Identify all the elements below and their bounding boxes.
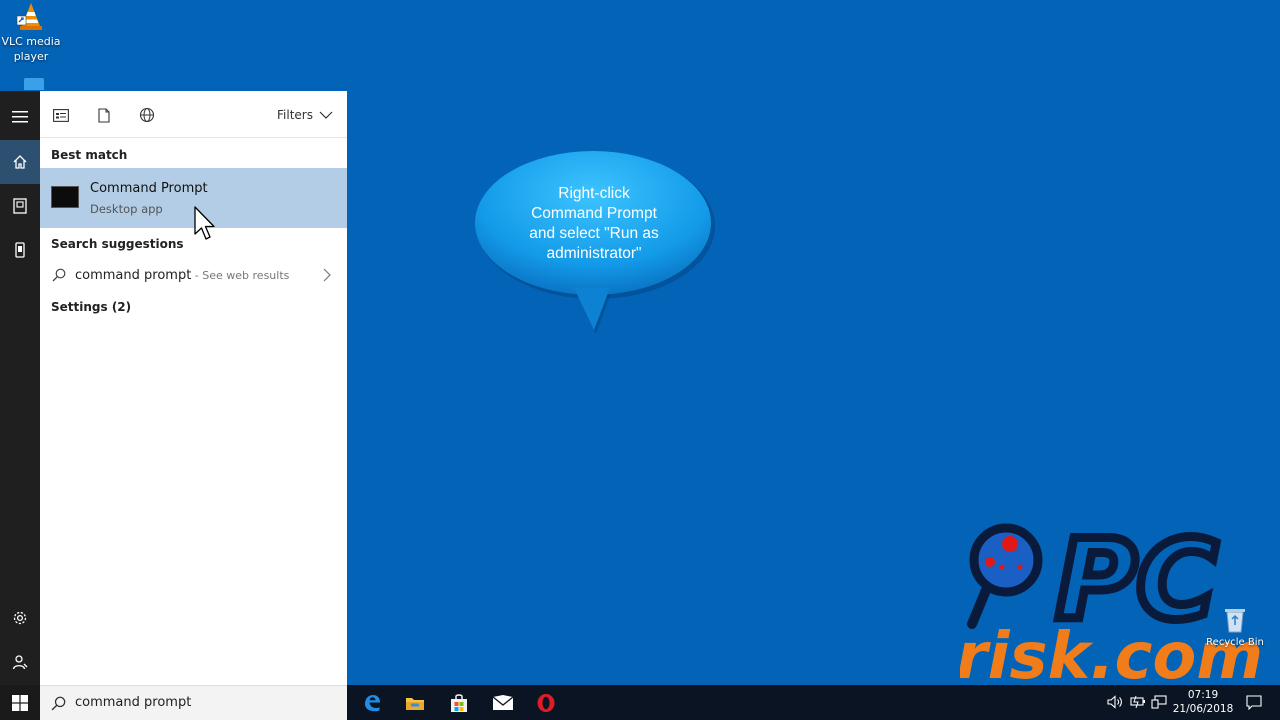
- search-icon: [52, 268, 66, 282]
- vlc-cone-icon: [16, 2, 46, 32]
- chevron-down-icon: [319, 111, 333, 119]
- search-icon: [51, 696, 66, 711]
- start-menu-rail: [0, 91, 40, 685]
- clock-time: 07:19: [1187, 689, 1219, 701]
- edge-icon: [365, 694, 380, 711]
- search-suggestions-heading: Search suggestions: [51, 237, 184, 251]
- device-button[interactable]: [0, 228, 40, 272]
- desktop-icon-recycle-bin[interactable]: Recycle Bin: [1205, 607, 1265, 650]
- settings-icon: [13, 611, 27, 625]
- store-icon: [451, 693, 467, 712]
- taskbar-file-explorer[interactable]: [393, 685, 437, 720]
- hamburger-icon: [12, 111, 28, 123]
- best-match-heading: Best match: [51, 148, 128, 162]
- documents-filter-button[interactable]: [95, 107, 113, 123]
- home-icon: [13, 155, 27, 169]
- pcrisk-watermark: PC risk.com: [956, 510, 1280, 695]
- web-filter-button[interactable]: [138, 107, 156, 123]
- taskbar-clock[interactable]: 07:19 21/06/2018: [1170, 688, 1236, 716]
- search-results-panel: Filters Best match Command Prompt Deskto…: [40, 91, 347, 685]
- taskbar-store[interactable]: [437, 685, 481, 720]
- user-button[interactable]: [0, 640, 40, 684]
- recycle-bin-icon: [1223, 607, 1247, 633]
- callout-line: and select "Run as: [529, 225, 659, 242]
- action-center-icon[interactable]: [1246, 695, 1262, 710]
- taskbar-search-input[interactable]: command prompt: [75, 695, 191, 710]
- apps-filter-button[interactable]: [52, 107, 70, 123]
- taskbar-opera[interactable]: [524, 685, 568, 720]
- taskbar-edge[interactable]: [350, 685, 394, 720]
- instruction-callout: Right-click Command Prompt and select "R…: [472, 150, 716, 336]
- clock-date: 21/06/2018: [1172, 703, 1234, 715]
- device-icon: [15, 242, 25, 258]
- result-app-name: Command Prompt: [90, 181, 208, 196]
- documents-filter-icon: [98, 107, 110, 123]
- web-filter-icon: [139, 107, 155, 123]
- chevron-right-icon: [323, 268, 331, 282]
- desktop-icon-label: Recycle Bin: [1206, 637, 1264, 648]
- web-search-suggestion[interactable]: command prompt - See web results: [40, 263, 347, 291]
- mouse-cursor-icon: [194, 206, 215, 240]
- desktop-icon-label: VLC media: [1, 35, 61, 48]
- settings-results-heading[interactable]: Settings (2): [51, 300, 131, 314]
- filters-dropdown[interactable]: Filters: [277, 108, 333, 122]
- taskbar-mail[interactable]: [481, 685, 525, 720]
- start-button[interactable]: [0, 685, 40, 720]
- suggestion-hint: - See web results: [191, 269, 290, 282]
- user-icon: [12, 655, 28, 670]
- desktop-icon-vlc[interactable]: VLC media player: [0, 0, 62, 64]
- settings-button[interactable]: [0, 596, 40, 640]
- command-prompt-icon: [51, 186, 79, 208]
- opera-icon: [537, 693, 555, 712]
- search-filter-bar: Filters: [40, 91, 347, 138]
- callout-line: Command Prompt: [531, 205, 657, 222]
- expand-menu-button[interactable]: [0, 95, 40, 139]
- result-app-type: Desktop app: [90, 202, 163, 216]
- mail-icon: [492, 694, 514, 710]
- taskbar: command prompt 07:19 21/06/2018: [0, 685, 1280, 720]
- volume-icon[interactable]: [1107, 695, 1123, 709]
- apps-filter-icon: [53, 108, 69, 122]
- battery-icon[interactable]: [1130, 695, 1146, 709]
- callout-line: administrator": [546, 245, 642, 262]
- filters-label: Filters: [277, 108, 313, 122]
- desktop-icon-label: player: [13, 50, 49, 63]
- file-explorer-icon: [406, 697, 424, 710]
- windows-logo-icon: [12, 694, 28, 711]
- documents-button[interactable]: [0, 184, 40, 228]
- home-button[interactable]: [0, 140, 40, 184]
- documents-icon: [13, 198, 27, 214]
- taskbar-search-box[interactable]: command prompt: [40, 685, 347, 720]
- suggestion-query: command prompt: [75, 268, 192, 283]
- callout-line: Right-click: [558, 185, 630, 202]
- network-icon[interactable]: [1151, 695, 1167, 709]
- partial-desktop-icon[interactable]: [24, 78, 44, 90]
